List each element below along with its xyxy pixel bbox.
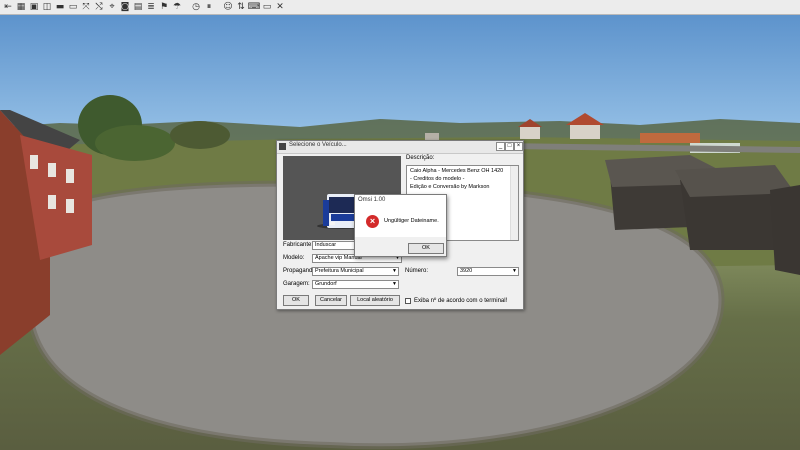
weather-icon[interactable]: ☂ xyxy=(171,1,183,13)
close-button[interactable]: × xyxy=(514,142,523,151)
chevron-down-icon[interactable]: ▼ xyxy=(391,281,398,288)
minimize-button[interactable]: _ xyxy=(496,142,505,151)
close-icon[interactable]: ✕ xyxy=(274,1,286,13)
map-icon[interactable]: ▦ xyxy=(15,1,27,13)
message-ok-button[interactable]: OK xyxy=(408,243,444,254)
message-text: Ungültiger Dateiname. xyxy=(384,218,439,224)
timetable-icon[interactable]: ▤ xyxy=(132,1,144,13)
depot-value: Grundorf xyxy=(315,281,337,287)
tram-icon[interactable]: ▭ xyxy=(67,1,79,13)
description-scrollbar[interactable] xyxy=(510,166,518,240)
manufacturer-value: Induscar xyxy=(315,242,337,248)
exit-icon[interactable]: ⇤ xyxy=(2,1,14,13)
message-body: × Ungültiger Dateiname. xyxy=(355,207,446,237)
screen-icon[interactable]: ▭ xyxy=(261,1,273,13)
switch-icon[interactable]: ⇅ xyxy=(235,1,247,13)
chevron-down-icon[interactable]: ▼ xyxy=(391,268,398,275)
route-icon[interactable]: ⤭ xyxy=(93,1,105,13)
signal-icon[interactable]: ⌖ xyxy=(106,1,118,13)
number-select[interactable]: 3920 ▼ xyxy=(457,267,519,276)
manufacturer-label: Fabricante: xyxy=(283,242,314,248)
camera-icon[interactable]: ◫ xyxy=(41,1,53,13)
main-toolbar: ⇤ ▦ ▣ ◫ ▬ ▭ ⤧ ⤭ ⌖ ◙ ▤ ≣ ⚑ ☂ ◷ ⏸ ☺ ⇅ ⌨ ▭ … xyxy=(0,0,800,15)
toolbar-separator xyxy=(184,1,189,13)
depot-select[interactable]: Grundorf ▼ xyxy=(312,280,399,289)
model-label: Modelo: xyxy=(283,255,305,261)
cancel-button[interactable]: Cancelar xyxy=(315,295,347,306)
save-icon[interactable]: ▣ xyxy=(28,1,40,13)
trip-icon[interactable]: ⚑ xyxy=(158,1,170,13)
livery-select[interactable]: Prefeitura Municipal ▼ xyxy=(312,267,399,276)
app-icon xyxy=(279,143,286,150)
bus-icon[interactable]: ▬ xyxy=(54,1,66,13)
description-line: Edição e Conversão by Markson xyxy=(410,184,490,190)
terminal-number-checkbox[interactable] xyxy=(405,298,411,304)
chevron-down-icon[interactable]: ▼ xyxy=(511,268,518,275)
error-icon: × xyxy=(366,215,379,228)
dialog-title: Selecione o Veículo... xyxy=(289,142,347,148)
swap-icon[interactable]: ⤧ xyxy=(80,1,92,13)
dialog-titlebar[interactable]: Selecione o Veículo... _ □ × xyxy=(277,141,523,154)
depot-label: Garagem: xyxy=(283,281,310,287)
number-value: 3920 xyxy=(460,268,473,274)
message-title: Omsi 1.00 xyxy=(358,197,386,203)
options-icon[interactable]: ≣ xyxy=(145,1,157,13)
ok-button[interactable]: OK xyxy=(283,295,309,306)
checkbox-label: Exiba nº de acordo com o terminal! xyxy=(414,298,508,304)
description-label: Descrição: xyxy=(406,155,435,161)
number-label: Número: xyxy=(405,268,429,274)
pause-icon[interactable]: ⏸ xyxy=(203,1,215,13)
keyboard-icon[interactable]: ⌨ xyxy=(248,1,261,13)
description-line: - Creditos do modelo - xyxy=(410,176,465,182)
clock-icon[interactable]: ◷ xyxy=(190,1,202,13)
vehicle-icon[interactable]: ◙ xyxy=(119,1,131,13)
error-message-box: Omsi 1.00 × Ungültiger Dateiname. OK xyxy=(354,194,447,257)
passenger-icon[interactable]: ☺ xyxy=(222,1,234,13)
livery-value: Prefeitura Municipal xyxy=(315,268,364,274)
maximize-button[interactable]: □ xyxy=(505,142,514,151)
description-line: Caio Alpha - Mercedes Benz OH 1420 xyxy=(410,168,504,174)
random-location-button[interactable]: Local aleatório xyxy=(350,295,400,306)
toolbar-separator xyxy=(216,1,221,13)
